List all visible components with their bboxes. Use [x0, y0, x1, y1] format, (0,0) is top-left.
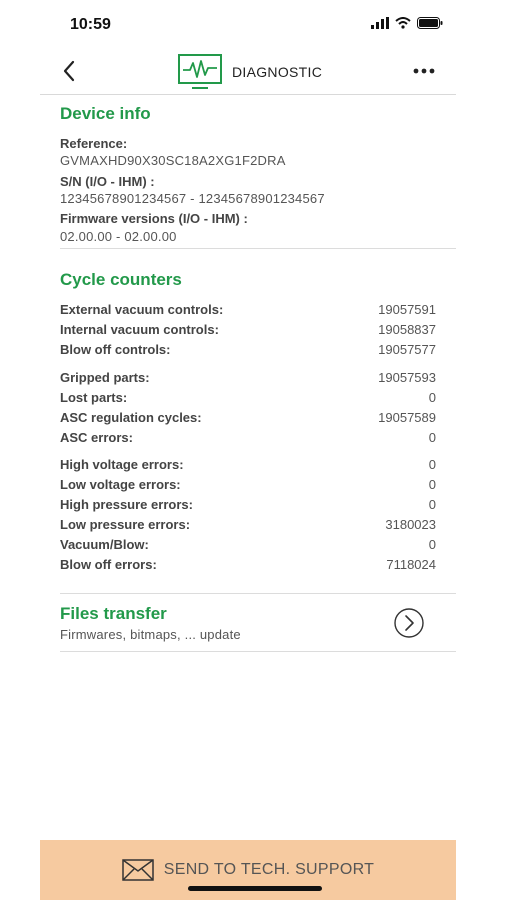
status-bar: 10:59	[0, 0, 507, 52]
divider	[60, 651, 456, 652]
counter-label: Gripped parts:	[60, 370, 150, 385]
counter-label: Low voltage errors:	[60, 477, 181, 492]
send-to-tech-support-button[interactable]: SEND TO TECH. SUPPORT	[40, 840, 456, 900]
counter-value: 19057577	[378, 342, 436, 357]
counter-value: 0	[428, 430, 436, 445]
counter-row: Blow off errors: 7118024	[60, 557, 436, 572]
counter-label: Blow off errors:	[60, 557, 157, 572]
counter-label: Vacuum/Blow:	[60, 537, 149, 552]
counter-row: Blow off controls: 19057577	[60, 342, 436, 357]
status-icons	[371, 17, 443, 29]
counter-row: ASC errors: 0	[60, 430, 436, 445]
counter-row: Gripped parts: 19057593	[60, 370, 436, 385]
counter-label: External vacuum controls:	[60, 302, 224, 317]
sn-label: S/N (I/O - IHM) :	[60, 174, 155, 189]
reference-label: Reference:	[60, 136, 128, 151]
files-transfer-title: Files transfer	[60, 604, 167, 623]
back-chevron-icon[interactable]	[58, 58, 82, 84]
counter-row: External vacuum controls: 19057591	[60, 302, 436, 317]
files-transfer-subtitle: Firmwares, bitmaps, ... update	[60, 627, 241, 642]
monitor-waveform-icon	[178, 54, 222, 89]
counter-value: 19057593	[378, 370, 436, 385]
wifi-icon	[395, 17, 411, 29]
counter-value: 19058837	[378, 322, 436, 337]
counter-row: Low pressure errors: 3180023	[60, 517, 436, 532]
status-time: 10:59	[70, 16, 111, 33]
counter-row: High voltage errors: 0	[60, 457, 436, 472]
divider	[60, 593, 456, 594]
counter-label: High voltage errors:	[60, 457, 184, 472]
counter-label: Low pressure errors:	[60, 517, 191, 532]
nav-bar: DIAGNOSTIC	[40, 48, 456, 95]
counter-label: Internal vacuum controls:	[60, 322, 219, 337]
counter-row: ASC regulation cycles: 19057589	[60, 410, 436, 425]
more-dots-icon[interactable]	[410, 58, 438, 84]
counter-label: Blow off controls:	[60, 342, 171, 357]
cycle-counters-title: Cycle counters	[60, 270, 182, 289]
counter-value: 7118024	[386, 557, 436, 572]
firmware-label: Firmware versions (I/O - IHM) :	[60, 211, 248, 226]
counter-label: High pressure errors:	[60, 497, 193, 512]
divider	[60, 248, 456, 249]
counter-row: Lost parts: 0	[60, 390, 436, 405]
counter-row: Vacuum/Blow: 0	[60, 537, 436, 552]
sn-value: 12345678901234567 - 12345678901234567	[60, 191, 325, 206]
counter-value: 0	[428, 477, 436, 492]
counter-value: 19057591	[378, 302, 436, 317]
nav-title-group: DIAGNOSTIC	[178, 54, 322, 90]
counter-row: Internal vacuum controls: 19058837	[60, 322, 436, 337]
signal-icon	[371, 17, 389, 29]
footer-label: SEND TO TECH. SUPPORT	[163, 861, 375, 878]
counter-value: 3180023	[385, 517, 436, 532]
counter-label: ASC errors:	[60, 430, 133, 445]
device-info-title: Device info	[60, 104, 151, 123]
counter-row: High pressure errors: 0	[60, 497, 436, 512]
files-transfer-row[interactable]: Files transfer Firmwares, bitmaps, ... u…	[60, 602, 456, 648]
firmware-value: 02.00.00 - 02.00.00	[60, 229, 177, 244]
envelope-icon	[122, 859, 154, 881]
page-title: DIAGNOSTIC	[232, 64, 323, 80]
counter-row: Low voltage errors: 0	[60, 477, 436, 492]
battery-icon	[417, 17, 443, 29]
counter-value: 0	[428, 497, 436, 512]
counter-label: Lost parts:	[60, 390, 128, 405]
chevron-right-circle-icon[interactable]	[393, 607, 425, 639]
counter-value: 0	[428, 457, 436, 472]
counter-value: 0	[428, 537, 436, 552]
reference-value: GVMAXHD90X30SC18A2XG1F2DRA	[60, 153, 286, 168]
counter-label: ASC regulation cycles:	[60, 410, 202, 425]
counter-value: 19057589	[378, 410, 436, 425]
counter-value: 0	[428, 390, 436, 405]
home-indicator	[188, 886, 322, 891]
